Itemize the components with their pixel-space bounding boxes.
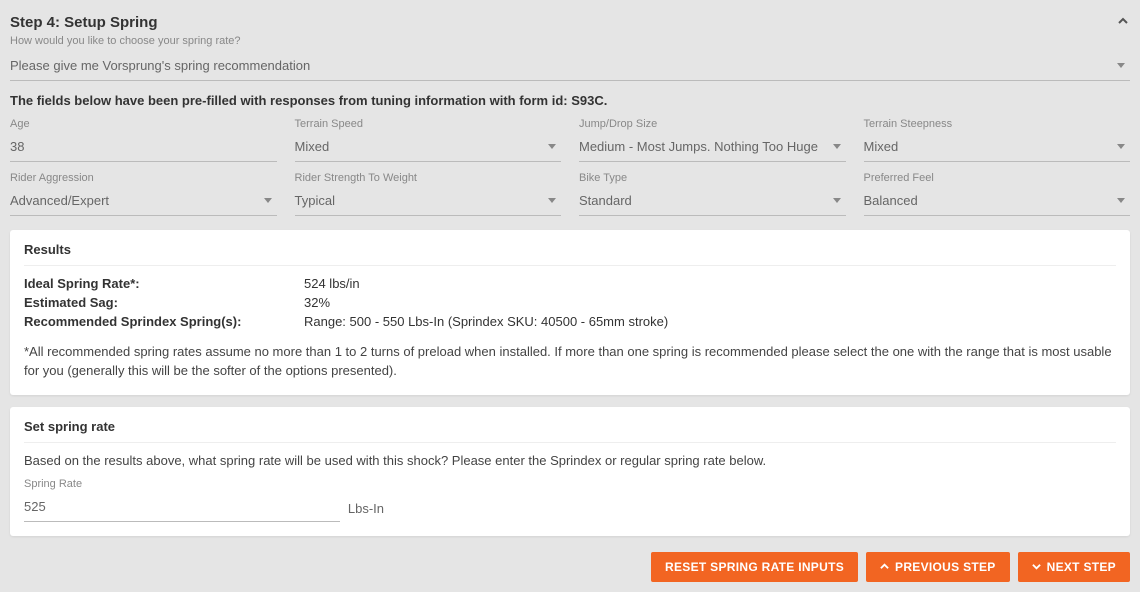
preferred-feel-value: Balanced — [864, 193, 918, 208]
terrain-steepness-value: Mixed — [864, 139, 899, 154]
next-step-button[interactable]: NEXT STEP — [1018, 552, 1130, 582]
chevron-up-icon — [1117, 15, 1129, 30]
preferred-feel-label: Preferred Feel — [864, 172, 1131, 184]
ideal-rate-label: Ideal Spring Rate*: — [24, 276, 304, 291]
caret-down-icon — [547, 193, 557, 208]
terrain-speed-label: Terrain Speed — [295, 118, 562, 130]
terrain-speed-select[interactable]: Mixed — [295, 132, 562, 162]
chevron-down-icon — [1032, 560, 1041, 574]
step-subtext: How would you like to choose your spring… — [10, 35, 1130, 47]
caret-down-icon — [832, 139, 842, 154]
caret-down-icon — [832, 193, 842, 208]
rider-aggression-label: Rider Aggression — [10, 172, 277, 184]
sag-value: 32% — [304, 295, 330, 310]
terrain-steepness-select[interactable]: Mixed — [864, 132, 1131, 162]
next-step-label: NEXT STEP — [1047, 560, 1116, 574]
recommended-value: Range: 500 - 550 Lbs-In (Sprindex SKU: 4… — [304, 314, 668, 329]
results-note: *All recommended spring rates assume no … — [24, 343, 1116, 381]
previous-step-button[interactable]: PREVIOUS STEP — [866, 552, 1010, 582]
rider-aggression-value: Advanced/Expert — [10, 193, 109, 208]
age-label: Age — [10, 118, 277, 130]
prefill-message: The fields below have been pre-filled wi… — [10, 93, 1130, 108]
age-input[interactable] — [10, 132, 277, 162]
set-spring-card: Set spring rate Based on the results abo… — [10, 407, 1130, 536]
bike-type-label: Bike Type — [579, 172, 846, 184]
rider-aggression-select[interactable]: Advanced/Expert — [10, 186, 277, 216]
set-spring-title: Set spring rate — [24, 419, 1116, 443]
caret-down-icon — [547, 139, 557, 154]
jump-drop-select[interactable]: Medium - Most Jumps. Nothing Too Huge — [579, 132, 846, 162]
sag-label: Estimated Sag: — [24, 295, 304, 310]
results-title: Results — [24, 242, 1116, 266]
terrain-speed-value: Mixed — [295, 139, 330, 154]
rate-method-value: Please give me Vorsprung's spring recomm… — [10, 58, 310, 73]
caret-down-icon — [1116, 58, 1126, 73]
preferred-feel-select[interactable]: Balanced — [864, 186, 1131, 216]
spring-rate-label: Spring Rate — [24, 478, 340, 490]
rider-strength-select[interactable]: Typical — [295, 186, 562, 216]
caret-down-icon — [1116, 139, 1126, 154]
ideal-rate-value: 524 lbs/in — [304, 276, 360, 291]
results-card: Results Ideal Spring Rate*: 524 lbs/in E… — [10, 230, 1130, 395]
bike-type-select[interactable]: Standard — [579, 186, 846, 216]
jump-drop-value: Medium - Most Jumps. Nothing Too Huge — [579, 139, 818, 154]
set-spring-desc: Based on the results above, what spring … — [24, 453, 1116, 468]
caret-down-icon — [263, 193, 273, 208]
rider-strength-label: Rider Strength To Weight — [295, 172, 562, 184]
rider-strength-value: Typical — [295, 193, 335, 208]
caret-down-icon — [1116, 193, 1126, 208]
terrain-steepness-label: Terrain Steepness — [864, 118, 1131, 130]
spring-rate-unit: Lbs-In — [348, 501, 384, 522]
rate-method-select[interactable]: Please give me Vorsprung's spring recomm… — [10, 51, 1130, 81]
chevron-up-icon — [880, 560, 889, 574]
bike-type-value: Standard — [579, 193, 632, 208]
previous-step-label: PREVIOUS STEP — [895, 560, 996, 574]
jump-drop-label: Jump/Drop Size — [579, 118, 846, 130]
spring-rate-input[interactable] — [24, 492, 340, 522]
reset-button[interactable]: RESET SPRING RATE INPUTS — [651, 552, 858, 582]
collapse-toggle[interactable] — [1116, 16, 1130, 30]
reset-button-label: RESET SPRING RATE INPUTS — [665, 560, 844, 574]
step-title: Step 4: Setup Spring — [10, 14, 158, 31]
recommended-label: Recommended Sprindex Spring(s): — [24, 314, 304, 329]
